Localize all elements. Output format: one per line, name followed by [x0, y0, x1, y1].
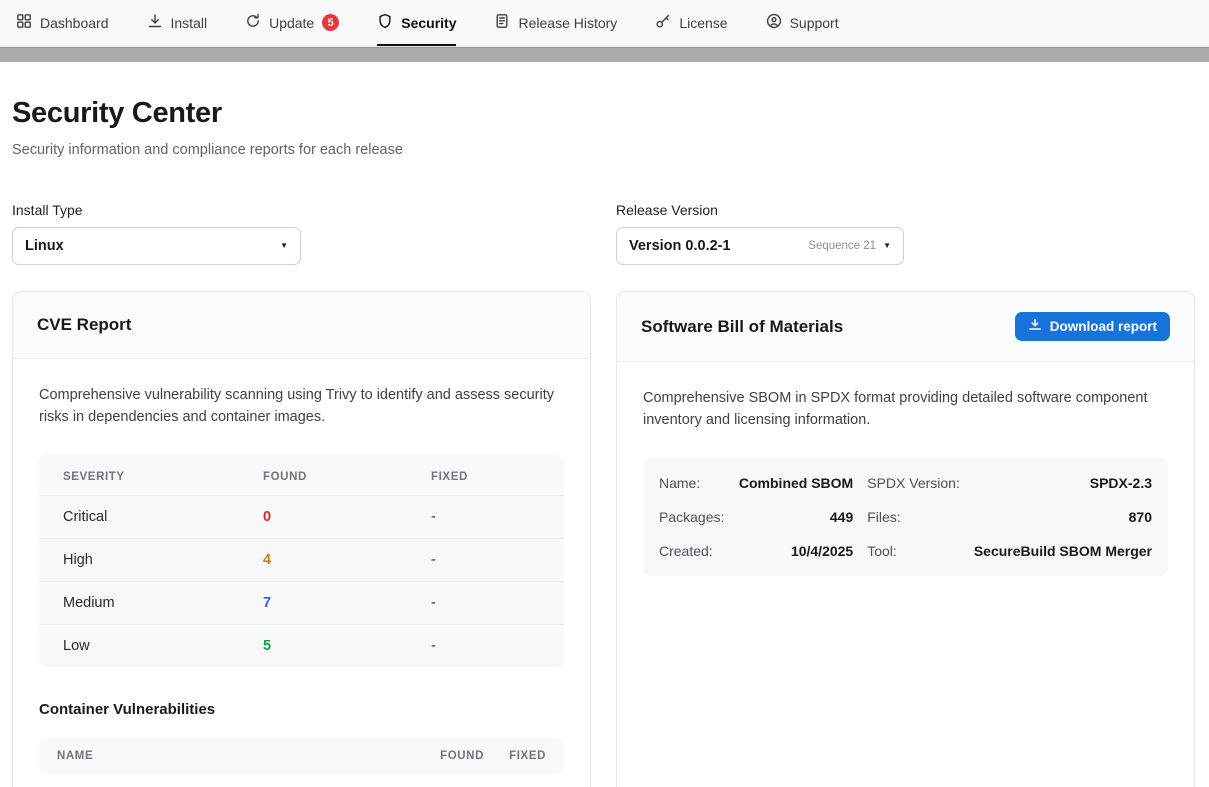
main-content: Security Center Security information and…	[0, 97, 1209, 787]
grid-icon	[16, 13, 32, 32]
col-found: FOUND	[263, 471, 431, 483]
release-version-group: Release Version Version 0.0.2-1 Sequence…	[616, 202, 1195, 265]
chevron-down-icon: ▼	[280, 242, 288, 250]
detail-value: SPDX-2.3	[974, 466, 1152, 500]
nav-item-dashboard[interactable]: Dashboard	[16, 0, 109, 46]
found-count: 7	[263, 595, 431, 611]
nav-item-license[interactable]: License	[655, 0, 727, 46]
sbom-details-panel: Name: Combined SBOM SPDX Version: SPDX-2…	[643, 458, 1168, 576]
download-icon	[147, 13, 163, 32]
nav-item-update[interactable]: Update 5	[245, 0, 339, 46]
nav-label: Security	[401, 15, 456, 31]
detail-value: SecureBuild SBOM Merger	[974, 534, 1152, 568]
release-version-select[interactable]: Version 0.0.2-1 Sequence 21 ▼	[616, 227, 904, 265]
fixed-count: -	[431, 509, 540, 525]
table-row: Critical 0 -	[39, 495, 564, 538]
container-vulnerabilities-title: Container Vulnerabilities	[39, 701, 564, 718]
detail-label: Name:	[659, 466, 724, 500]
filters-row: Install Type Linux ▼ Release Version Ver…	[12, 202, 1195, 265]
nav-label: Release History	[518, 15, 617, 31]
severity-table-header: SEVERITY FOUND FIXED	[39, 455, 564, 495]
nav-label: Update	[269, 15, 314, 31]
nav-item-security[interactable]: Security	[377, 0, 456, 46]
detail-value: 870	[974, 500, 1152, 534]
detail-label: Packages:	[659, 500, 724, 534]
detail-label: Tool:	[867, 534, 960, 568]
detail-label: SPDX Version:	[867, 466, 960, 500]
cve-report-body: Comprehensive vulnerability scanning usi…	[13, 359, 590, 787]
col-found: FOUND	[404, 750, 484, 762]
sbom-header: Software Bill of Materials Download repo…	[617, 292, 1194, 362]
chevron-down-icon: ▼	[883, 242, 891, 250]
table-row: Low 5 -	[39, 624, 564, 667]
nav-label: License	[679, 15, 727, 31]
release-version-value: Version 0.0.2-1	[629, 238, 731, 254]
download-report-button[interactable]: Download report	[1015, 312, 1170, 341]
cve-report-header: CVE Report	[13, 292, 590, 359]
key-icon	[655, 13, 671, 32]
severity-label: Medium	[63, 595, 263, 611]
fixed-count: -	[431, 552, 540, 568]
download-icon	[1028, 318, 1042, 335]
cards-row: CVE Report Comprehensive vulnerability s…	[12, 291, 1195, 787]
sequence-badge: Sequence 21	[808, 240, 876, 252]
detail-value: 10/4/2025	[738, 534, 853, 568]
page-title: Security Center	[12, 97, 1195, 130]
sbom-description: Comprehensive SBOM in SPDX format provid…	[643, 388, 1168, 432]
severity-label: Low	[63, 638, 263, 654]
fixed-count: -	[431, 595, 540, 611]
nav-item-release-history[interactable]: Release History	[494, 0, 617, 46]
table-row: High 4 -	[39, 538, 564, 581]
col-severity: SEVERITY	[63, 471, 263, 483]
found-count: 5	[263, 638, 431, 654]
sbom-title: Software Bill of Materials	[641, 317, 843, 337]
nav-item-support[interactable]: Support	[766, 0, 839, 46]
detail-value: Combined SBOM	[738, 466, 853, 500]
detail-value: 449	[738, 500, 853, 534]
sbom-card: Software Bill of Materials Download repo…	[616, 291, 1195, 787]
found-count: 0	[263, 509, 431, 525]
severity-label: High	[63, 552, 263, 568]
release-version-label: Release Version	[616, 202, 1195, 218]
container-vulnerabilities-table-header: NAME FOUND FIXED	[39, 738, 564, 774]
col-fixed: FIXED	[484, 750, 546, 762]
nav-label: Dashboard	[40, 15, 109, 31]
top-navigation: Dashboard Install Update 5 Security	[0, 0, 1209, 47]
person-circle-icon	[766, 13, 782, 32]
install-type-label: Install Type	[12, 202, 591, 218]
shield-icon	[377, 13, 393, 32]
severity-label: Critical	[63, 509, 263, 525]
download-report-label: Download report	[1050, 319, 1157, 334]
install-type-group: Install Type Linux ▼	[12, 202, 591, 265]
install-type-value: Linux	[25, 238, 64, 254]
install-type-select[interactable]: Linux ▼	[12, 227, 301, 265]
sbom-body: Comprehensive SBOM in SPDX format provid…	[617, 362, 1194, 602]
refresh-icon	[245, 13, 261, 32]
found-count: 4	[263, 552, 431, 568]
nav-label: Support	[790, 15, 839, 31]
cve-report-description: Comprehensive vulnerability scanning usi…	[39, 385, 564, 429]
col-name: NAME	[57, 750, 404, 762]
nav-item-install[interactable]: Install	[147, 0, 208, 46]
document-icon	[494, 13, 510, 32]
detail-label: Created:	[659, 534, 724, 568]
update-count-badge: 5	[322, 14, 339, 31]
table-row: Medium 7 -	[39, 581, 564, 624]
fixed-count: -	[431, 638, 540, 654]
severity-table: SEVERITY FOUND FIXED Critical 0 - High 4…	[39, 455, 564, 667]
top-divider	[0, 47, 1209, 62]
page-subtitle: Security information and compliance repo…	[12, 142, 1195, 158]
cve-report-card: CVE Report Comprehensive vulnerability s…	[12, 291, 591, 787]
col-fixed: FIXED	[431, 471, 540, 483]
nav-label: Install	[171, 15, 208, 31]
cve-report-title: CVE Report	[37, 315, 131, 335]
detail-label: Files:	[867, 500, 960, 534]
